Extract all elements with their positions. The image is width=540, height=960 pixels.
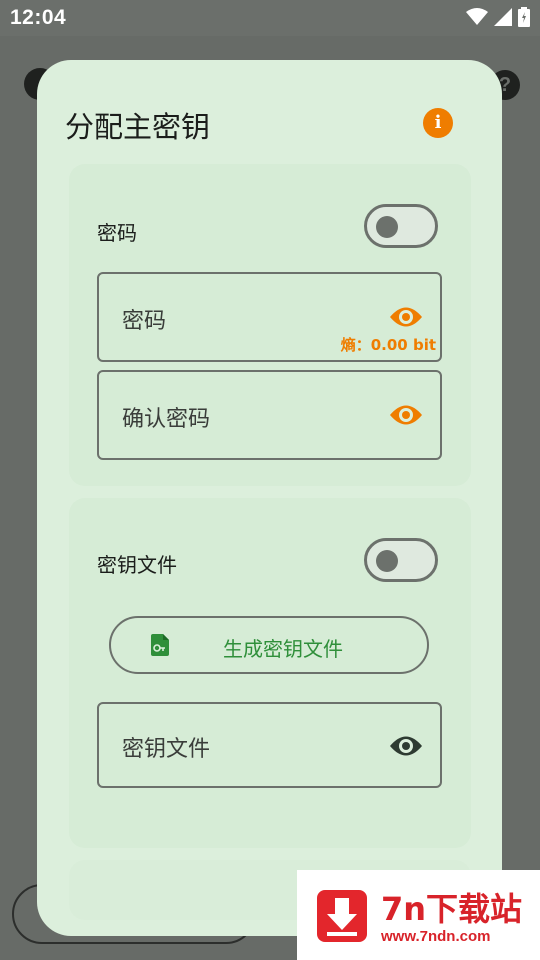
battery-icon (518, 7, 530, 27)
toggle-knob (376, 550, 398, 572)
eye-icon[interactable] (388, 304, 424, 330)
status-time: 12:04 (10, 6, 67, 29)
keyfile-toggle-label: 密钥文件 (97, 553, 177, 577)
keyfile-section: 密钥文件 生成密钥文件 密钥文件 (69, 498, 471, 848)
eye-icon[interactable] (388, 402, 424, 428)
watermark-logo: 7n下载站 www.7ndn.com (297, 870, 540, 960)
watermark-url: www.7ndn.com (381, 928, 491, 945)
password-toggle-label: 密码 (97, 221, 137, 245)
password-field[interactable]: 密码 熵：0.00 bit (97, 272, 442, 362)
confirm-password-field[interactable]: 确认密码 (97, 370, 442, 460)
info-icon[interactable]: i (423, 108, 453, 138)
generate-keyfile-label: 生成密钥文件 (223, 637, 343, 661)
wifi-icon (466, 8, 488, 25)
watermark-name: 7n下载站 (381, 890, 523, 928)
keyfile-placeholder: 密钥文件 (122, 737, 211, 762)
generate-keyfile-button[interactable]: 生成密钥文件 (109, 616, 429, 674)
eye-icon[interactable] (388, 733, 424, 759)
toggle-knob (376, 216, 398, 238)
signal-icon (494, 8, 512, 26)
download-icon (317, 890, 367, 942)
status-bar: 12:04 (0, 0, 540, 36)
dialog-title: 分配主密钥 (65, 110, 211, 144)
password-toggle[interactable] (364, 204, 438, 248)
key-file-icon (151, 634, 169, 656)
confirm-password-placeholder: 确认密码 (122, 407, 211, 432)
password-section: 密码 密码 熵：0.00 bit 确认密码 (69, 164, 471, 486)
assign-master-key-dialog: 分配主密钥 i 密码 密码 熵：0.00 bit 确认密码 密钥文件 生成密钥文… (37, 60, 502, 936)
keyfile-toggle[interactable] (364, 538, 438, 582)
entropy-label: 熵：0.00 bit (340, 336, 436, 354)
password-placeholder: 密码 (122, 309, 167, 334)
keyfile-field[interactable]: 密钥文件 (97, 702, 442, 788)
